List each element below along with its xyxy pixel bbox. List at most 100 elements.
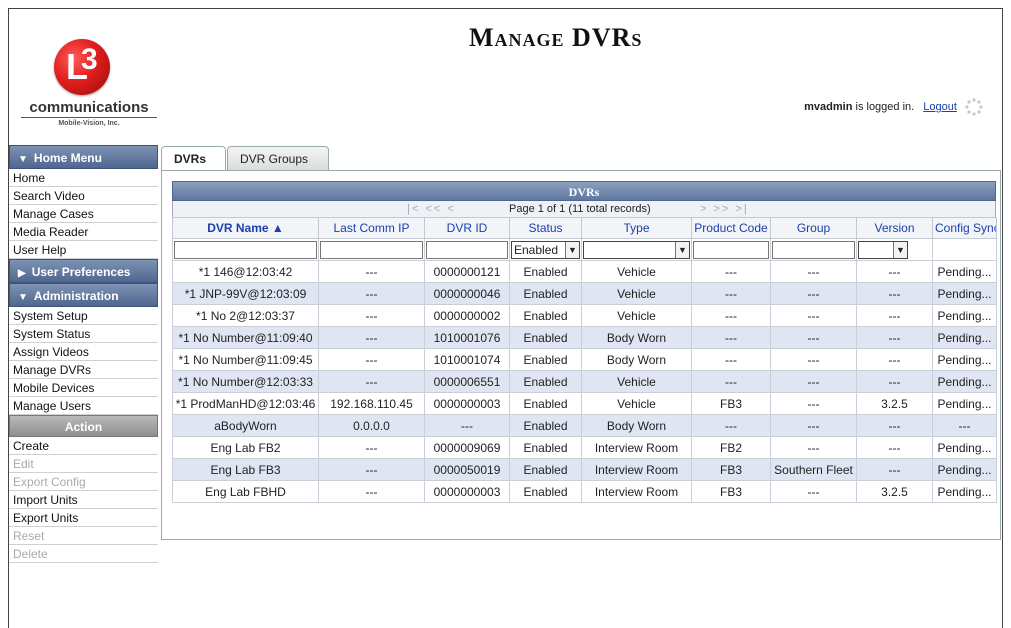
sidebar-item-manage-cases[interactable]: Manage Cases: [9, 205, 158, 223]
next-page-group-button[interactable]: >>: [714, 203, 731, 215]
col-config-synch[interactable]: Config Synch: [932, 217, 997, 239]
col-group[interactable]: Group: [770, 217, 857, 239]
cell-version: ---: [856, 370, 933, 393]
cell-type: Vehicle: [581, 260, 692, 283]
cell-dvr-id: 0000009069: [424, 436, 510, 459]
cell-config-synch: ---: [932, 414, 997, 437]
prev-page-group-button[interactable]: <<: [425, 203, 442, 215]
col-type[interactable]: Type: [581, 217, 692, 239]
last-page-button[interactable]: >|: [735, 203, 748, 215]
table-row[interactable]: *1 ProdManHD@12:03:46 192.168.110.45 00000…: [172, 392, 997, 415]
logo-circle-icon: L3: [54, 39, 110, 95]
table-row[interactable]: aBodyWorn 0.0.0.0 --- Enabled Body Worn --- --…: [172, 414, 997, 437]
cell-config-synch: Pending...: [932, 304, 997, 327]
sidebar-item-assign-videos[interactable]: Assign Videos: [9, 343, 158, 361]
l3-logo: L3 communications Mobile-Vision, Inc.: [19, 39, 159, 129]
cell-dvr-id: 0000000121: [424, 260, 510, 283]
table-row[interactable]: *1 No Number@11:09:45 --- 1010001074 Enable…: [172, 348, 997, 371]
cell-version: ---: [856, 326, 933, 349]
cell-group: ---: [770, 260, 857, 283]
cell-last-comm-ip: ---: [318, 436, 425, 459]
page-title: Manage DVRs: [469, 23, 643, 52]
cell-product-code: ---: [691, 370, 771, 393]
user-preferences-header[interactable]: ▶ User Preferences: [9, 259, 158, 283]
col-dvr-id[interactable]: DVR ID: [424, 217, 510, 239]
cell-status: Enabled: [509, 282, 582, 305]
table-row[interactable]: *1 146@12:03:42 --- 0000000121 Enabled Vehic…: [172, 260, 997, 283]
cell-dvr-id: 0000000046: [424, 282, 510, 305]
filter-last-comm-ip[interactable]: [320, 240, 423, 259]
cell-product-code: FB2: [691, 436, 771, 459]
col-dvr-name[interactable]: DVR Name ▲: [172, 217, 319, 239]
home-menu-header[interactable]: ▼ Home Menu: [9, 145, 158, 169]
cell-last-comm-ip: ---: [318, 370, 425, 393]
cell-status: Enabled: [509, 326, 582, 349]
username: mvadmin: [804, 100, 853, 113]
cell-product-code: FB3: [691, 458, 771, 481]
filter-product-code[interactable]: [693, 240, 769, 259]
next-page-button[interactable]: >: [700, 203, 708, 215]
cell-version: ---: [856, 458, 933, 481]
table-row[interactable]: Eng Lab FB3 --- 0000050019 Enabled Interview…: [172, 458, 997, 481]
sidebar-item-system-setup[interactable]: System Setup: [9, 307, 158, 325]
sidebar-item-user-help[interactable]: User Help: [9, 241, 158, 259]
col-status[interactable]: Status: [509, 217, 582, 239]
filter-type-select[interactable]: ▼: [583, 240, 690, 259]
tab-dvrs[interactable]: DVRs: [161, 146, 226, 171]
tab-dvr-groups[interactable]: DVR Groups: [227, 146, 329, 170]
triangle-down-icon: ▼: [18, 292, 28, 303]
cell-dvr-name: *1 No Number@11:09:40: [172, 326, 319, 349]
sidebar-item-mobile-devices[interactable]: Mobile Devices: [9, 379, 158, 397]
pager-next-buttons: > >> >|: [700, 201, 749, 217]
cell-type: Body Worn: [581, 348, 692, 371]
sidebar: ▼ Home Menu Home Search Video Manage Case…: [9, 145, 158, 563]
prev-page-button[interactable]: <: [447, 203, 455, 215]
cell-dvr-id: ---: [424, 414, 510, 437]
cell-last-comm-ip: ---: [318, 480, 425, 503]
table-row[interactable]: *1 No 2@12:03:37 --- 0000000002 Enabled Vehi…: [172, 304, 997, 327]
cell-status: Enabled: [509, 348, 582, 371]
cell-group: ---: [770, 326, 857, 349]
filter-dvr-name[interactable]: [174, 240, 317, 259]
cell-type: Vehicle: [581, 370, 692, 393]
cell-group: ---: [770, 436, 857, 459]
col-product-code[interactable]: Product Code: [691, 217, 771, 239]
col-version[interactable]: Version: [856, 217, 933, 239]
logout-link[interactable]: Logout: [923, 101, 957, 113]
cell-dvr-name: aBodyWorn: [172, 414, 319, 437]
cell-status: Enabled: [509, 436, 582, 459]
grid-body: *1 146@12:03:42 --- 0000000121 Enabled Vehic…: [172, 260, 997, 503]
cell-dvr-name: Eng Lab FBHD: [172, 480, 319, 503]
cell-version: ---: [856, 282, 933, 305]
sidebar-item-home[interactable]: Home: [9, 169, 158, 187]
filter-group[interactable]: [772, 240, 855, 259]
action-create[interactable]: Create: [9, 437, 158, 455]
table-row[interactable]: *1 JNP-99V@12:03:09 --- 0000000046 Enabled V…: [172, 282, 997, 305]
logo-divider: [21, 117, 157, 118]
cell-version: ---: [856, 260, 933, 283]
filter-version-select[interactable]: ▼: [858, 240, 908, 259]
col-last-comm-ip[interactable]: Last Comm IP: [318, 217, 425, 239]
first-page-button[interactable]: |<: [407, 203, 420, 215]
cell-dvr-name: *1 ProdManHD@12:03:46: [172, 392, 319, 415]
table-row[interactable]: Eng Lab FB2 --- 0000009069 Enabled Interview…: [172, 436, 997, 459]
cell-dvr-id: 0000000002: [424, 304, 510, 327]
table-row[interactable]: *1 No Number@12:03:33 --- 0000006551 Enable…: [172, 370, 997, 393]
administration-header[interactable]: ▼ Administration: [9, 283, 158, 307]
cell-group: ---: [770, 392, 857, 415]
cell-last-comm-ip: ---: [318, 304, 425, 327]
table-row[interactable]: Eng Lab FBHD --- 0000000003 Enabled Intervie…: [172, 480, 997, 503]
filter-status-select[interactable]: Enabled ▼: [511, 240, 580, 259]
sidebar-item-system-status[interactable]: System Status: [9, 325, 158, 343]
table-row[interactable]: *1 No Number@11:09:40 --- 1010001076 Enable…: [172, 326, 997, 349]
sidebar-item-media-reader[interactable]: Media Reader: [9, 223, 158, 241]
action-import-units[interactable]: Import Units: [9, 491, 158, 509]
action-export-units[interactable]: Export Units: [9, 509, 158, 527]
filter-row: Enabled ▼ ▼ ▼: [172, 238, 997, 261]
sidebar-item-manage-dvrs[interactable]: Manage DVRs: [9, 361, 158, 379]
sidebar-item-manage-users[interactable]: Manage Users: [9, 397, 158, 415]
cell-product-code: ---: [691, 348, 771, 371]
sidebar-item-search-video[interactable]: Search Video: [9, 187, 158, 205]
cell-dvr-id: 0000000003: [424, 392, 510, 415]
filter-dvr-id[interactable]: [426, 240, 508, 259]
